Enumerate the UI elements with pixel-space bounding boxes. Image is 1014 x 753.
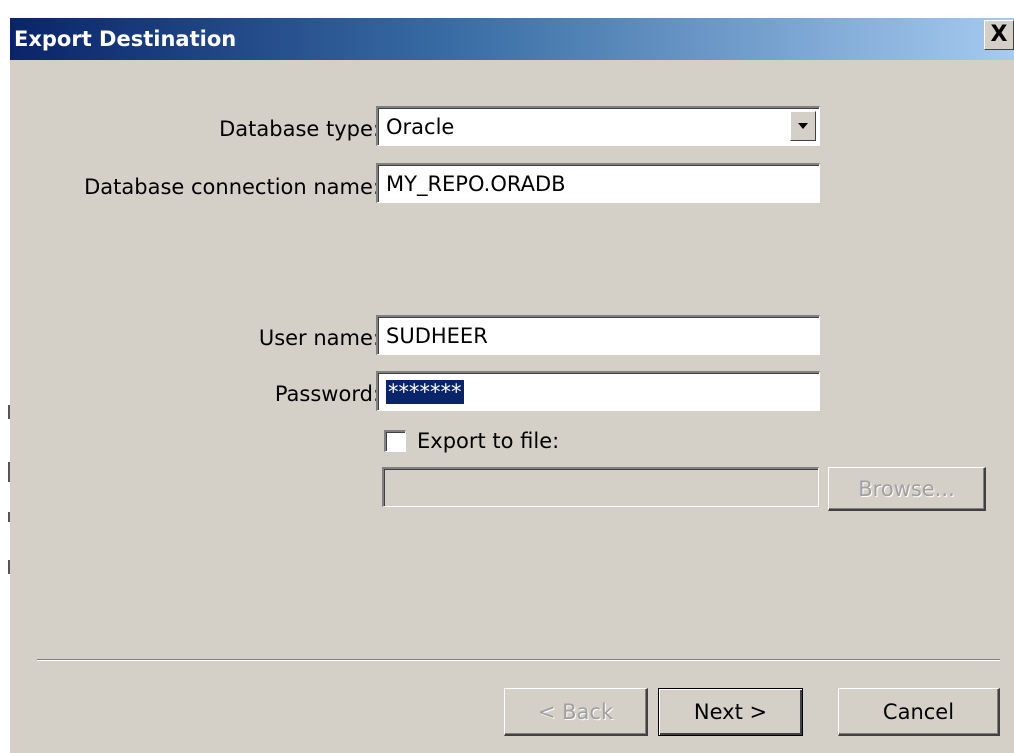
chevron-down-icon (798, 123, 808, 129)
back-button-label: < Back (537, 699, 614, 724)
connection-name-value: MY_REPO.ORADB (386, 171, 566, 196)
password-value: ******* (386, 379, 464, 404)
database-type-select[interactable]: Oracle (376, 106, 820, 146)
database-type-dropdown-button[interactable] (790, 111, 816, 141)
user-name-input[interactable]: SUDHEER (376, 315, 820, 355)
cancel-button[interactable]: Cancel (838, 688, 1000, 736)
title-bar[interactable]: Export Destination X (10, 18, 1014, 60)
background-window-edge (0, 0, 10, 753)
export-file-path-input[interactable] (382, 467, 819, 507)
database-type-label: Database type: (219, 117, 380, 141)
next-button-label: Next > (693, 700, 768, 724)
connection-name-input[interactable]: MY_REPO.ORADB (376, 163, 820, 203)
user-name-label: User name: (258, 326, 380, 350)
export-destination-dialog: Export Destination X Database type: Orac… (10, 18, 1014, 753)
close-button[interactable]: X (984, 20, 1014, 50)
export-to-file-checkbox[interactable] (384, 430, 406, 452)
back-button[interactable]: < Back (504, 688, 648, 736)
browse-button[interactable]: Browse... (828, 467, 986, 511)
cancel-button-label: Cancel (882, 699, 955, 724)
password-input[interactable]: ******* (376, 371, 820, 411)
database-type-value: Oracle (386, 114, 455, 139)
connection-name-label: Database connection name: (84, 175, 380, 199)
user-name-value: SUDHEER (386, 323, 488, 348)
window-title: Export Destination (14, 27, 237, 51)
password-label: Password: (274, 382, 380, 406)
export-to-file-label[interactable]: Export to file: (417, 429, 559, 453)
close-icon: X (990, 22, 1008, 47)
next-button[interactable]: Next > (658, 688, 803, 736)
footer-separator (37, 659, 1000, 661)
browse-button-label: Browse... (858, 476, 955, 501)
